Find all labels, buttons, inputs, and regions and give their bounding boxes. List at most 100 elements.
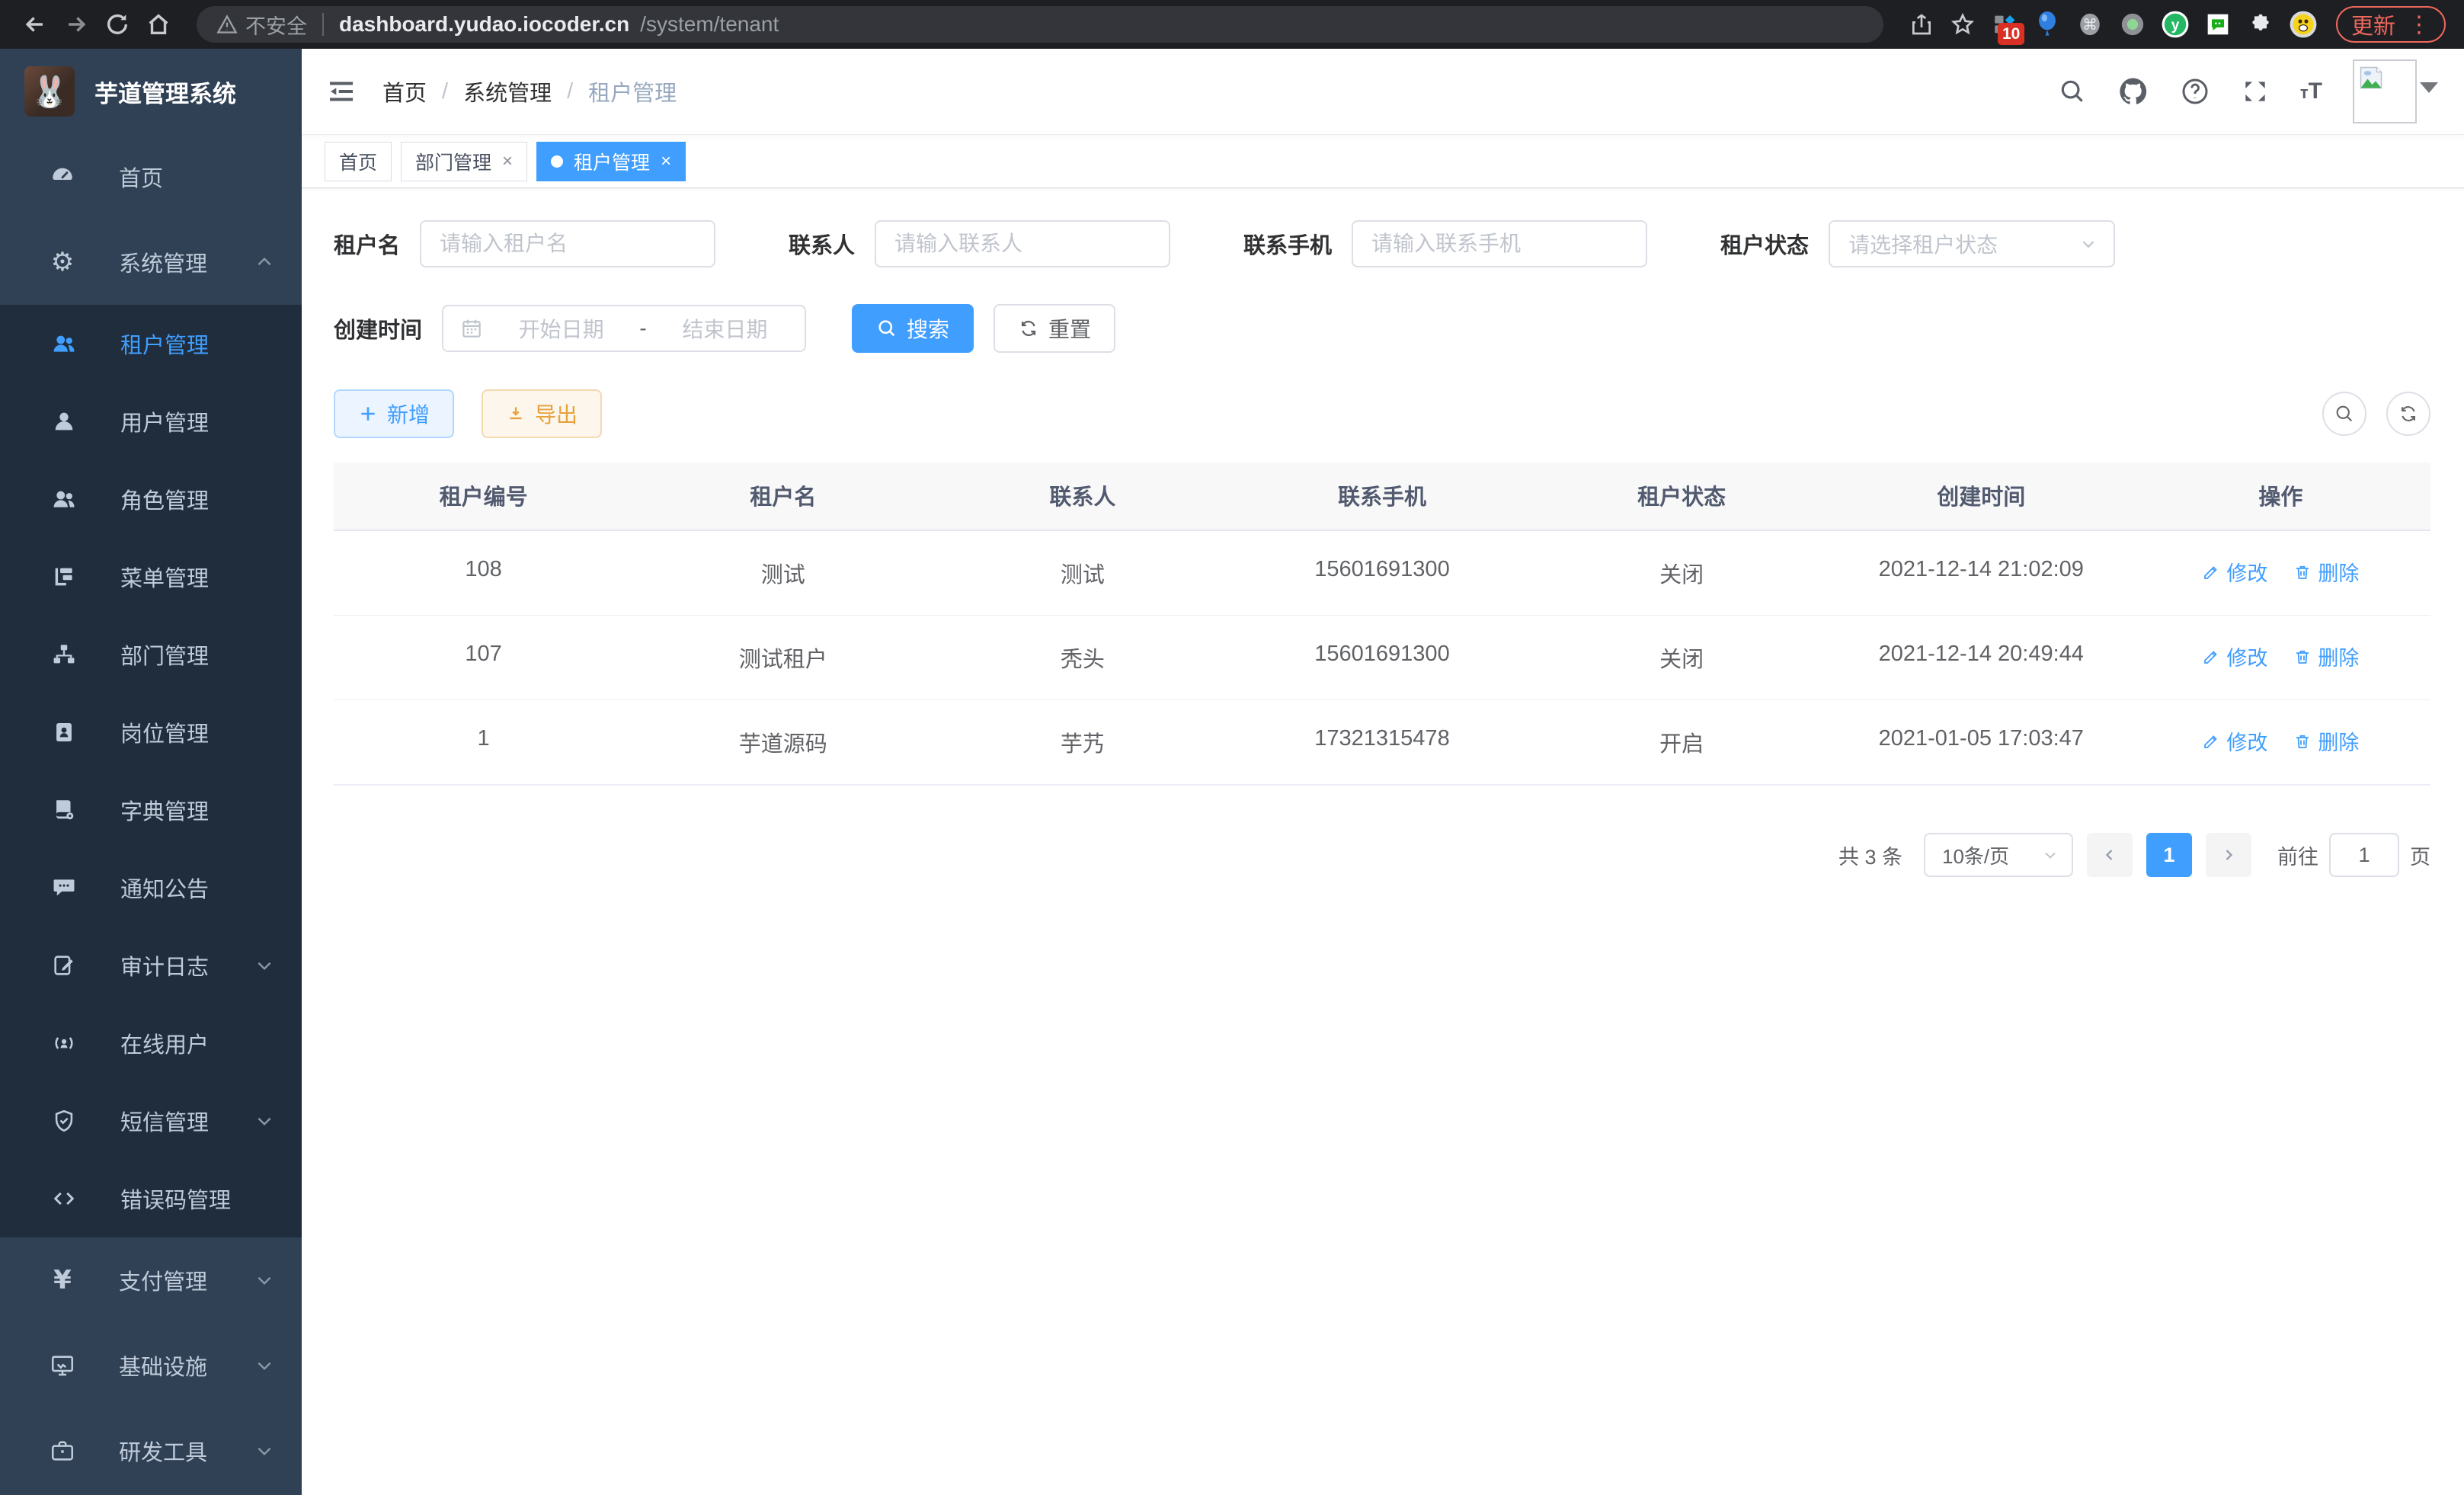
breadcrumb-section[interactable]: 系统管理 xyxy=(463,75,552,107)
chevron-down-icon xyxy=(254,1441,274,1461)
reset-button-label: 重置 xyxy=(1048,313,1091,344)
sidebar-item-pay[interactable]: ¥ 支付管理 xyxy=(0,1237,302,1323)
extension-icon-yuque[interactable]: y xyxy=(2158,7,2193,42)
filter-row-1: 租户名 联系人 联系手机 租户状态 请选择租户状态 xyxy=(334,220,2430,267)
goto-page-input[interactable] xyxy=(2329,833,2399,877)
delete-row-button[interactable]: 删除 xyxy=(2293,726,2359,756)
breadcrumb-home[interactable]: 首页 xyxy=(382,75,427,107)
sidebar-item-notice[interactable]: 通知公告 xyxy=(0,849,302,927)
sidebar-item-devtools[interactable]: 研发工具 xyxy=(0,1408,302,1493)
extension-icon-balloon[interactable] xyxy=(2030,7,2065,42)
shield-check-icon xyxy=(50,1108,78,1134)
browser-home-icon[interactable] xyxy=(142,8,175,41)
edit-row-button[interactable]: 修改 xyxy=(2202,726,2267,756)
fullscreen-icon[interactable] xyxy=(2241,77,2270,106)
edit-row-button[interactable]: 修改 xyxy=(2202,642,2267,671)
address-bar[interactable]: 不安全 dashboard.yudao.iocoder.cn/system/te… xyxy=(197,6,1883,43)
extension-icon-grid[interactable]: 10 xyxy=(1987,7,2022,42)
sidebar-item-label: 基础设施 xyxy=(119,1349,212,1381)
toggle-search-icon[interactable] xyxy=(2322,392,2366,436)
date-range-picker[interactable]: 开始日期 - 结束日期 xyxy=(442,305,806,352)
contact-input[interactable] xyxy=(875,220,1170,267)
add-button[interactable]: 新增 xyxy=(334,389,454,438)
cell-mobile: 17321315478 xyxy=(1232,700,1531,784)
bookmark-star-icon[interactable] xyxy=(1946,8,1979,41)
export-button[interactable]: 导出 xyxy=(482,389,602,438)
help-icon[interactable] xyxy=(2180,76,2210,107)
sidebar-item-home[interactable]: 首页 xyxy=(0,134,302,219)
refresh-table-icon[interactable] xyxy=(2386,392,2430,436)
sidebar-item-dept[interactable]: 部门管理 xyxy=(0,616,302,693)
code-icon xyxy=(50,1186,78,1212)
delete-row-button[interactable]: 删除 xyxy=(2293,642,2359,671)
download-icon xyxy=(506,404,526,424)
sidebar-item-online[interactable]: 在线用户 xyxy=(0,1004,302,1082)
tab-label: 首页 xyxy=(339,148,377,175)
profile-avatar-icon[interactable] xyxy=(2286,7,2321,42)
tab-label: 部门管理 xyxy=(415,148,491,175)
app-logo[interactable]: 🐰 芋道管理系统 xyxy=(0,49,302,134)
edit-icon xyxy=(2202,648,2220,666)
sidebar-item-user[interactable]: 用户管理 xyxy=(0,383,302,460)
tab-tenant[interactable]: 租户管理 × xyxy=(536,142,686,181)
extension-icon-chat[interactable] xyxy=(2200,7,2235,42)
search-icon xyxy=(876,318,898,339)
sidebar-item-tenant[interactable]: 租户管理 xyxy=(0,305,302,383)
browser-back-icon[interactable] xyxy=(18,8,52,41)
collapse-sidebar-icon[interactable] xyxy=(326,76,357,107)
chevron-up-icon xyxy=(254,252,274,272)
github-icon[interactable] xyxy=(2117,75,2149,107)
cell-mobile: 15601691300 xyxy=(1232,531,1531,615)
next-page-button[interactable] xyxy=(2206,833,2251,877)
sidebar-item-role[interactable]: 角色管理 xyxy=(0,460,302,538)
browser-update-button[interactable]: 更新 ⋮ xyxy=(2336,6,2446,43)
column-header: 租户名 xyxy=(633,463,933,530)
search-button[interactable]: 搜索 xyxy=(852,304,974,353)
browser-reload-icon[interactable] xyxy=(101,8,134,41)
browser-menu-icon[interactable]: ⋮ xyxy=(2408,11,2430,38)
status-label: 租户状态 xyxy=(1720,228,1809,260)
extension-icon-command[interactable]: ⌘ xyxy=(2072,7,2107,42)
edit-row-button[interactable]: 修改 xyxy=(2202,557,2267,587)
breadcrumb-current: 租户管理 xyxy=(588,75,677,107)
cell-status: 关闭 xyxy=(1532,616,1832,699)
header-search-icon[interactable] xyxy=(2058,77,2087,106)
font-size-icon[interactable]: тT xyxy=(2300,78,2322,104)
security-warning[interactable]: 不安全 xyxy=(216,10,307,40)
sidebar-item-menu[interactable]: 菜单管理 xyxy=(0,538,302,616)
sidebar-item-sms[interactable]: 短信管理 xyxy=(0,1082,302,1160)
sidebar-item-errcode[interactable]: 错误码管理 xyxy=(0,1160,302,1237)
status-select[interactable]: 请选择租户状态 xyxy=(1829,220,2115,267)
tenant-name-input[interactable] xyxy=(420,220,715,267)
sidebar-item-label: 审计日志 xyxy=(120,949,212,981)
sidebar-item-system[interactable]: ⚙ 系统管理 xyxy=(0,219,302,305)
extensions-puzzle-icon[interactable] xyxy=(2243,7,2278,42)
sidebar-item-audit[interactable]: 审计日志 xyxy=(0,927,302,1004)
message-icon xyxy=(50,875,78,901)
briefcase-icon xyxy=(49,1438,76,1464)
sidebar-item-post[interactable]: 岗位管理 xyxy=(0,693,302,771)
delete-row-button[interactable]: 删除 xyxy=(2293,557,2359,587)
extension-icon-record[interactable] xyxy=(2115,7,2150,42)
cell-create-time: 2021-01-05 17:03:47 xyxy=(1832,700,2131,784)
reset-button[interactable]: 重置 xyxy=(994,304,1115,353)
tab-dept[interactable]: 部门管理 × xyxy=(401,142,527,181)
user-avatar[interactable] xyxy=(2353,59,2417,123)
close-icon[interactable]: × xyxy=(502,151,513,172)
share-icon[interactable] xyxy=(1905,8,1938,41)
close-icon[interactable]: × xyxy=(661,151,671,172)
search-button-label: 搜索 xyxy=(907,313,949,344)
mobile-input[interactable] xyxy=(1352,220,1647,267)
cell-tenant-id: 108 xyxy=(334,531,633,615)
id-badge-icon xyxy=(50,719,78,745)
sidebar-item-dict[interactable]: 字典管理 xyxy=(0,771,302,849)
avatar-dropdown-caret[interactable] xyxy=(2420,82,2438,93)
tab-home[interactable]: 首页 xyxy=(325,142,392,181)
sidebar-item-infra[interactable]: 基础设施 xyxy=(0,1323,302,1408)
monitor-icon xyxy=(49,1353,76,1378)
page-number-button[interactable]: 1 xyxy=(2146,833,2192,877)
page-size-select[interactable]: 10条/页 xyxy=(1924,833,2073,877)
cell-contact: 芋艿 xyxy=(933,700,1232,784)
browser-forward-icon[interactable] xyxy=(59,8,93,41)
prev-page-button[interactable] xyxy=(2087,833,2133,877)
